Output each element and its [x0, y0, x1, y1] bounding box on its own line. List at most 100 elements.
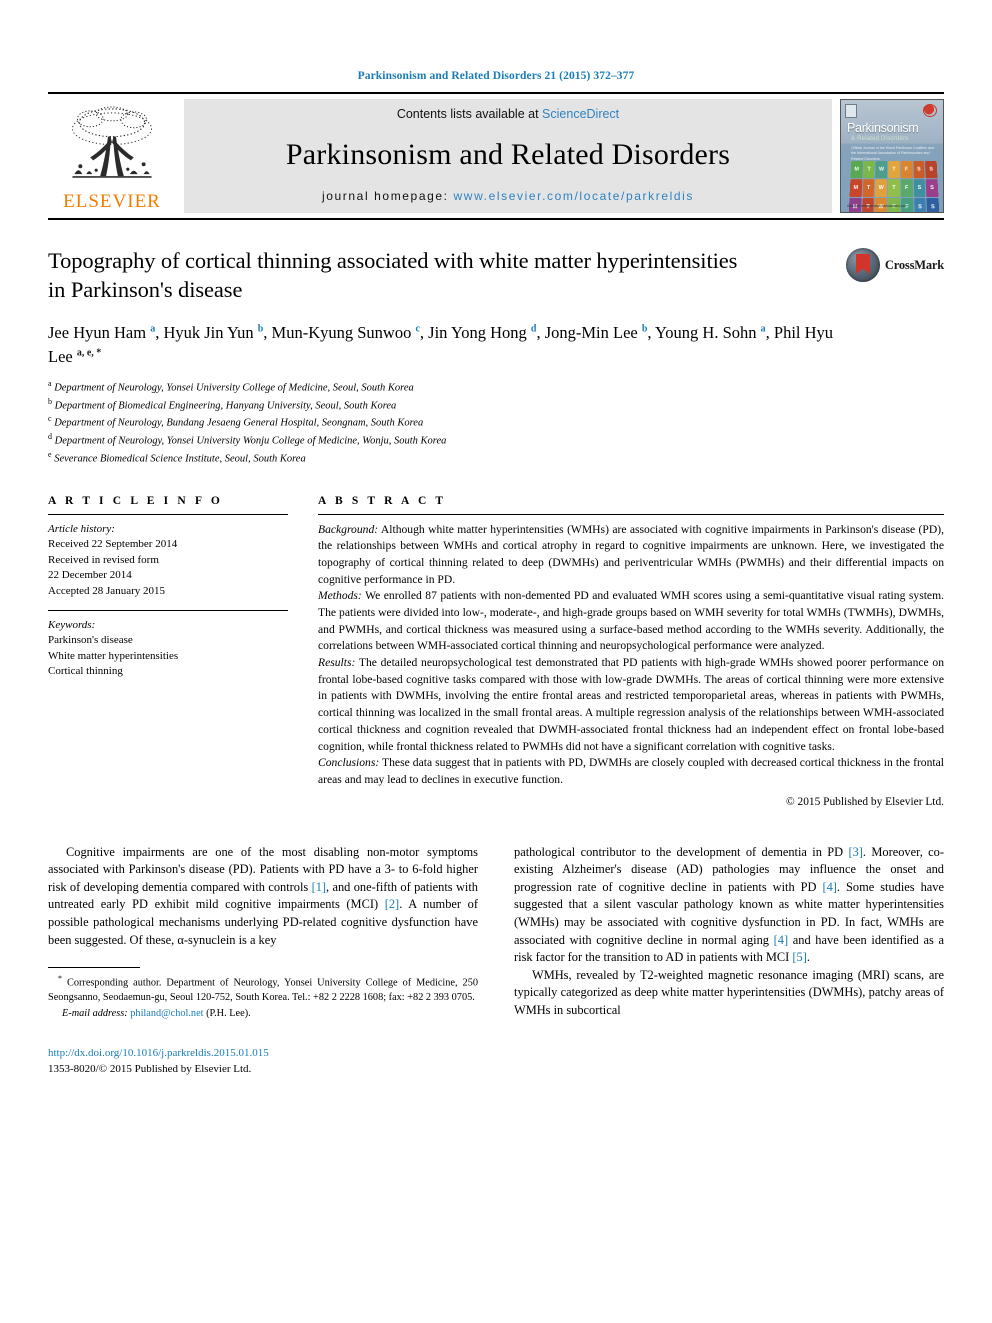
abstract-section-text: We enrolled 87 patients with non-demente…: [318, 589, 944, 653]
email-owner: (P.H. Lee).: [206, 1008, 251, 1020]
article-history-block: Article history: Received 22 September 2…: [48, 522, 288, 600]
keywords-block: Keywords: Parkinson's disease White matte…: [48, 618, 288, 680]
author-affiliation-marks: a: [150, 323, 156, 334]
author-name: Jee Hyun Ham: [48, 322, 151, 342]
cover-pill-cell: S: [913, 179, 926, 198]
cover-pill-cell: S: [925, 161, 938, 179]
elsevier-logo: ELSEVIER: [48, 99, 176, 213]
cover-pill-cell: W: [875, 161, 888, 179]
abstract-column: A B S T R A C T Background: Although whi…: [318, 495, 944, 808]
author-affiliation-marks: d: [530, 323, 537, 334]
article-history-line: 22 December 2014: [48, 569, 132, 582]
author-affiliation-marks: a, e, *: [76, 347, 102, 359]
author-name: Jong-Min Lee: [544, 322, 642, 342]
article-history-line: Accepted 28 January 2015: [48, 585, 165, 598]
abstract-section-label: Conclusions:: [318, 756, 380, 770]
body-text: WMHs, revealed by T2-weighted magnetic r…: [514, 967, 944, 1018]
article-info-column: A R T I C L E I N F O Article history: R…: [48, 495, 288, 808]
cover-subtitle: & Related Disorders: [851, 136, 909, 142]
abstract-section-label: Background:: [318, 522, 379, 536]
journal-homepage-line: journal homepage: www.elsevier.com/locat…: [322, 189, 694, 203]
cover-pill-cell: S: [926, 198, 940, 212]
body-column-right: pathological contributor to the developm…: [514, 844, 944, 1078]
doi-block: http://dx.doi.org/10.1016/j.parkreldis.2…: [48, 1046, 478, 1078]
citation-link[interactable]: [4]: [822, 880, 836, 894]
article-title: Topography of cortical thinning associat…: [48, 248, 738, 303]
crossmark-label: CrossMark: [884, 257, 944, 272]
keywords-label: Keywords:: [48, 618, 96, 631]
body-column-left: Cognitive impairments are one of the mos…: [48, 844, 478, 1078]
running-head: Parkinsonism and Related Disorders 21 (2…: [357, 70, 635, 82]
article-history-line: Received 22 September 2014: [48, 538, 178, 551]
intro-paragraph-right-2: WMHs, revealed by T2-weighted magnetic r…: [514, 967, 944, 1020]
abstract-section-text: These data suggest that in patients with…: [318, 756, 944, 786]
affiliation-text: Department of Neurology, Yonsei Universi…: [52, 435, 447, 447]
article-info-heading: A R T I C L E I N F O: [48, 494, 223, 507]
body-columns: Cognitive impairments are one of the mos…: [48, 844, 944, 1078]
contents-available-line: Contents lists available at ScienceDirec…: [397, 107, 619, 121]
article-first-page: Parkinsonism and Related Disorders 21 (2…: [0, 0, 992, 1323]
affiliation-item: b Department of Biomedical Engineering, …: [48, 396, 944, 414]
citation-link[interactable]: [2]: [385, 897, 399, 911]
affiliation-text: Severance Biomedical Science Institute, …: [51, 453, 306, 465]
email-label: E-mail address:: [62, 1008, 128, 1020]
author-list: Jee Hyun Ham a, Hyuk Jin Yun b, Mun-Kyun…: [48, 322, 834, 367]
author-affiliation-marks: c: [415, 323, 420, 334]
affiliation-text: Department of Neurology, Bundang Jesaeng…: [51, 417, 424, 429]
cover-elsevier-icon: [845, 104, 857, 118]
citation-link[interactable]: [5]: [792, 950, 806, 964]
abstract-section: Results: The detailed neuropsychological…: [318, 655, 944, 755]
author-affiliation-marks: b: [257, 323, 264, 334]
email-link[interactable]: philand@chol.net: [130, 1008, 203, 1019]
cover-pill-cell: S: [912, 161, 925, 179]
affiliation-list: a Department of Neurology, Yonsei Univer…: [48, 378, 944, 467]
affiliation-text: Department of Neurology, Yonsei Universi…: [51, 382, 414, 394]
article-history-label: Article history:: [48, 522, 115, 535]
affiliation-item: c Department of Neurology, Bundang Jesae…: [48, 413, 944, 431]
affiliation-item: d Department of Neurology, Yonsei Univer…: [48, 431, 944, 449]
title-block: Topography of cortical thinning associat…: [48, 246, 944, 305]
abstract-heading: A B S T R A C T: [318, 494, 447, 507]
journal-title: Parkinsonism and Related Disorders: [285, 138, 731, 171]
abstract-body: Background: Although white matter hyperi…: [318, 522, 944, 789]
cover-pill-cell: S: [925, 179, 939, 198]
affiliation-item: e Severance Biomedical Science Institute…: [48, 449, 944, 467]
keyword-item: Parkinson's disease: [48, 634, 133, 647]
cover-pill-cell: F: [900, 179, 913, 198]
journal-cover-thumbnail[interactable]: Parkinsonism & Related Disorders Officia…: [840, 99, 944, 213]
keyword-lines: Parkinson's disease White matter hyperint…: [48, 633, 288, 680]
cover-pill-cell: S: [913, 198, 927, 212]
article-history-line: Received in revised form: [48, 553, 159, 566]
article-info-rule-top: [48, 513, 288, 515]
homepage-prefix: journal homepage:: [321, 189, 449, 203]
affiliation-item: a Department of Neurology, Yonsei Univer…: [48, 378, 944, 396]
cover-emblem-icon: [921, 103, 937, 117]
cover-title: Parkinsonism: [847, 121, 919, 135]
author-name: Jin Yong Hong: [428, 322, 531, 342]
doi-link[interactable]: http://dx.doi.org/10.1016/j.parkreldis.2…: [48, 1046, 478, 1062]
affiliation-text: Department of Biomedical Engineering, Ha…: [52, 400, 397, 412]
intro-paragraph-left: Cognitive impairments are one of the mos…: [48, 844, 478, 950]
masthead-center: Contents lists available at ScienceDirec…: [184, 99, 832, 213]
abstract-section-label: Results:: [318, 656, 356, 670]
crossmark-badge[interactable]: CrossMark: [845, 248, 944, 282]
cover-pill-cell: W: [875, 179, 888, 198]
issn-copyright-line: 1353-8020/© 2015 Published by Elsevier L…: [48, 1062, 252, 1075]
body-text: pathological contributor to the developm…: [514, 844, 849, 859]
cover-pill-cell: M: [850, 161, 863, 179]
keyword-item: Cortical thinning: [48, 665, 123, 678]
corresponding-author-note: * Corresponding author. Department of Ne…: [48, 973, 478, 1022]
author-affiliation-marks: a: [760, 323, 766, 334]
cover-pill-cell: M: [849, 179, 863, 198]
homepage-url-link[interactable]: www.elsevier.com/locate/parkreldis: [454, 189, 694, 203]
citation-link[interactable]: [3]: [848, 845, 862, 859]
body-text: .: [806, 950, 810, 965]
article-info-rule-mid: [48, 609, 288, 611]
citation-link[interactable]: [4]: [774, 933, 788, 947]
cover-pill-cell: F: [900, 161, 913, 179]
cover-pill-cell: T: [888, 179, 900, 198]
sciencedirect-link[interactable]: ScienceDirect: [542, 107, 619, 121]
citation-link[interactable]: [1]: [312, 880, 326, 894]
abstract-section-text: Although white matter hyperintensities (…: [318, 522, 944, 586]
footnote-rule: [48, 967, 140, 969]
